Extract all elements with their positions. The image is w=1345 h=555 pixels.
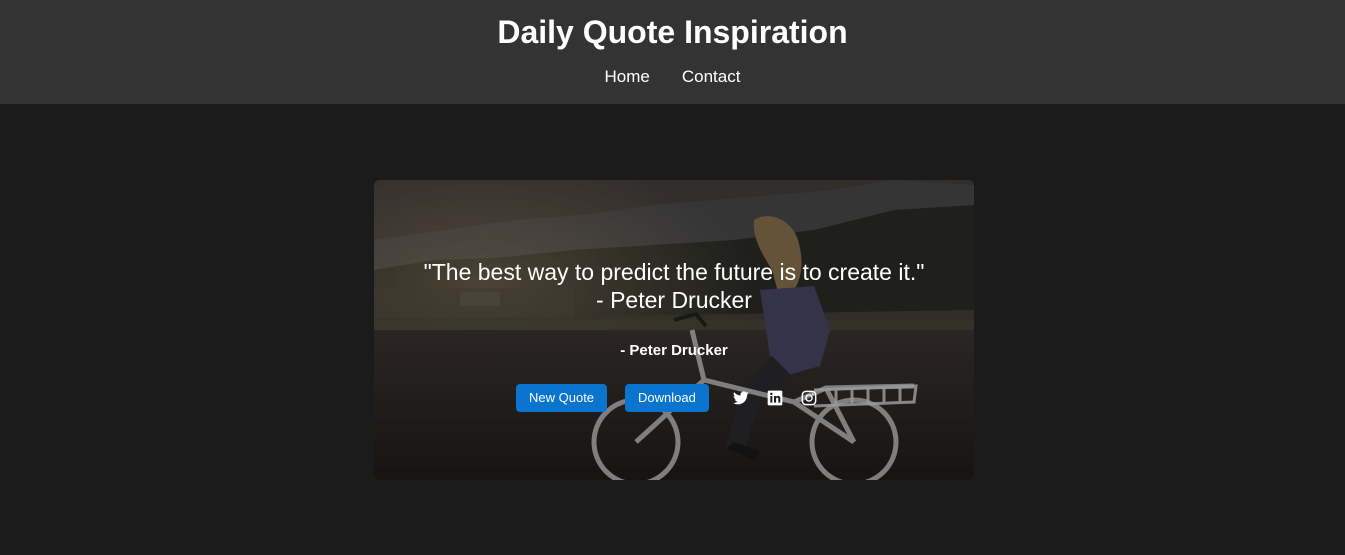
- social-share: [732, 390, 817, 406]
- quote-text-attribution: - Peter Drucker: [596, 287, 752, 313]
- main-nav: Home Contact: [0, 66, 1345, 88]
- quote-author: - Peter Drucker: [620, 342, 728, 359]
- download-button[interactable]: Download: [625, 384, 709, 412]
- image-overlay: [374, 180, 974, 480]
- quote-text: "The best way to predict the future is t…: [374, 258, 974, 314]
- linkedin-icon[interactable]: [767, 390, 783, 406]
- nav-link-contact[interactable]: Contact: [682, 66, 741, 88]
- quote-text-line: "The best way to predict the future is t…: [423, 259, 925, 285]
- quote-actions: New Quote Download: [516, 384, 817, 412]
- quote-card: "The best way to predict the future is t…: [374, 180, 974, 480]
- nav-link-home[interactable]: Home: [605, 66, 650, 88]
- site-title: Daily Quote Inspiration: [497, 14, 848, 50]
- site-header: Daily Quote Inspiration Home Contact: [0, 0, 1345, 104]
- instagram-icon[interactable]: [801, 390, 817, 406]
- twitter-icon[interactable]: [732, 390, 749, 406]
- new-quote-button[interactable]: New Quote: [516, 384, 608, 412]
